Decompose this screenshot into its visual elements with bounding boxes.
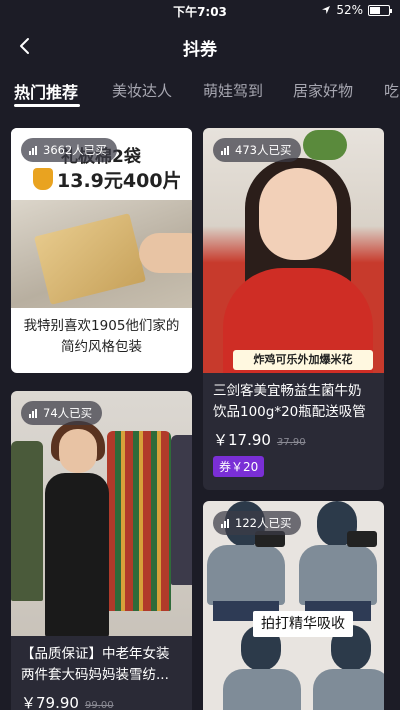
price-row: ￥17.90 37.90 bbox=[203, 429, 384, 450]
image-caption: 我特别喜欢1905他们家的 简约风格包装 bbox=[23, 318, 180, 355]
location-arrow-icon bbox=[322, 6, 331, 14]
battery-percent: 52% bbox=[336, 3, 363, 17]
image-caption: 拍打精华吸收 bbox=[253, 611, 353, 637]
nav-bar: 抖券 bbox=[0, 26, 400, 66]
price: ￥17.90 bbox=[213, 431, 271, 449]
bar-chart-icon bbox=[221, 145, 229, 155]
image-text: 13.9元400片 bbox=[57, 170, 182, 192]
tab-hot[interactable]: 热门推荐 bbox=[14, 79, 78, 103]
original-price: 99.00 bbox=[84, 700, 114, 710]
bar-chart-icon bbox=[29, 408, 37, 418]
tab-home[interactable]: 居家好物 bbox=[293, 80, 353, 101]
product-card-2[interactable]: 炸鸡可乐外加爆米花 473人已买 三剑客美宜畅益生菌牛奶饮品100g*20瓶配送… bbox=[203, 128, 384, 490]
product-card-3[interactable]: 74人已买 【品质保证】中老年女装两件套大码妈妈装雪纺... ￥79.90 99… bbox=[11, 391, 192, 710]
buyers-badge: 122人已买 bbox=[213, 511, 302, 535]
product-title: 【品质保证】中老年女装两件套大码妈妈装雪纺... bbox=[21, 646, 170, 683]
tab-beauty[interactable]: 美妆达人 bbox=[112, 80, 172, 101]
money-bag-icon bbox=[33, 168, 53, 190]
bar-chart-icon bbox=[221, 518, 229, 528]
bar-chart-icon bbox=[29, 145, 37, 155]
active-tab-indicator bbox=[14, 104, 80, 107]
buyers-badge: 74人已买 bbox=[21, 401, 103, 425]
product-image: 炸鸡可乐外加爆米花 473人已买 bbox=[203, 128, 384, 373]
product-title: 三剑客美宜畅益生菌牛奶饮品100g*20瓶配送吸管 bbox=[213, 383, 366, 420]
coupon-badge[interactable]: 券￥20 bbox=[213, 456, 265, 477]
product-image: 礼板棉2袋 13.9元400片 我特别喜欢1905他们家的 简约风格包装 366… bbox=[11, 128, 192, 373]
page-title: 抖券 bbox=[183, 40, 217, 60]
product-card-1[interactable]: 礼板棉2袋 13.9元400片 我特别喜欢1905他们家的 简约风格包装 366… bbox=[11, 128, 192, 373]
buyers-badge: 473人已买 bbox=[213, 138, 302, 162]
price: ￥79.90 bbox=[21, 694, 79, 710]
buyers-badge: 3662人已买 bbox=[21, 138, 117, 162]
price-row: ￥79.90 99.00 bbox=[11, 692, 192, 710]
product-image: 拍打精华吸收 122人已买 bbox=[203, 501, 384, 710]
battery-icon bbox=[368, 4, 392, 16]
status-right: 52% bbox=[321, 3, 392, 17]
original-price: 37.90 bbox=[276, 437, 306, 448]
product-card-4[interactable]: 拍打精华吸收 122人已买 bbox=[203, 501, 384, 710]
tab-kids[interactable]: 萌娃驾到 bbox=[203, 80, 263, 101]
category-tabs: 热门推荐 美妆达人 萌娃驾到 居家好物 吃 bbox=[0, 70, 400, 110]
tab-food[interactable]: 吃 bbox=[384, 80, 399, 101]
status-bar: 下午7:03 52% bbox=[0, 0, 400, 22]
product-image: 74人已买 bbox=[11, 391, 192, 636]
image-banner: 炸鸡可乐外加爆米花 bbox=[233, 350, 373, 370]
